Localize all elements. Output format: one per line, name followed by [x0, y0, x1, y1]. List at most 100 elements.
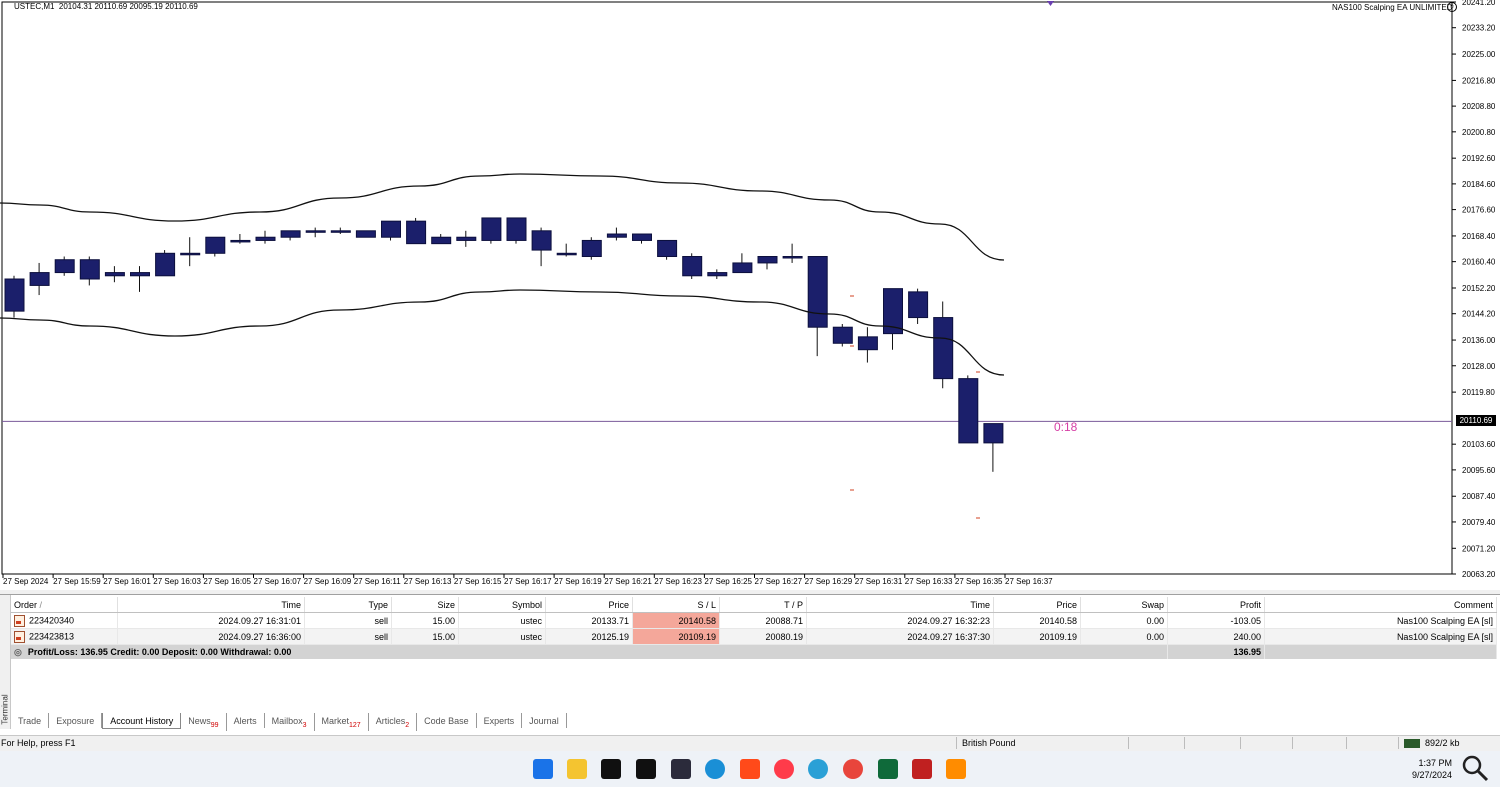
closed-order-icon — [14, 630, 25, 643]
tab-experts[interactable]: Experts — [477, 713, 523, 728]
price-tick-label: 20233.20 — [1462, 24, 1496, 33]
edge-browser-icon[interactable] — [705, 759, 725, 779]
summary-circle-icon: ◎ — [14, 646, 22, 657]
tab-alerts[interactable]: Alerts — [227, 713, 265, 728]
tab-account-history[interactable]: Account History — [102, 713, 182, 729]
candle-body — [104, 272, 125, 277]
chrome-icon[interactable] — [843, 759, 863, 779]
candle-body — [832, 326, 853, 344]
type-cell: sell — [304, 612, 392, 629]
price-chart[interactable]: 20241.20 20233.20 20225.00 20216.80 20208.80… — [0, 0, 1500, 590]
chart-area[interactable]: 20241.20 20233.20 20225.00 20216.80 20208.80… — [0, 0, 1500, 590]
price-tick-label: 20095.60 — [1462, 466, 1496, 475]
magnifier-icon[interactable] — [1460, 753, 1490, 783]
vlc-icon[interactable] — [946, 759, 966, 779]
column-close-price[interactable]: Price — [993, 597, 1081, 613]
tp-cell: 20080.19 — [719, 628, 807, 645]
tab-market[interactable]: Market127 — [315, 713, 369, 731]
candle-body — [807, 256, 828, 328]
column-symbol[interactable]: Symbol — [458, 597, 546, 613]
globe-app-icon[interactable] — [808, 759, 828, 779]
tab-code-base[interactable]: Code Base — [417, 713, 477, 728]
column-size[interactable]: Size — [391, 597, 459, 613]
candle-body — [657, 239, 678, 258]
expert-advisor-name: NAS100 Scalping EA UNLIMITED — [1332, 3, 1453, 12]
column-price[interactable]: Price — [545, 597, 633, 613]
column-swap[interactable]: Swap — [1080, 597, 1168, 613]
candle-body — [757, 256, 778, 264]
column-sl[interactable]: S / L — [632, 597, 720, 613]
price-tick-label: 20152.20 — [1462, 284, 1496, 293]
privacy-app-icon[interactable] — [671, 759, 691, 779]
time-tick-label: 27 Sep 16:21 — [604, 577, 652, 586]
metatrader-icon[interactable] — [601, 759, 621, 779]
tab-trade[interactable]: Trade — [11, 713, 50, 728]
column-time[interactable]: Time — [117, 597, 305, 613]
candle-body — [581, 239, 602, 258]
column-type[interactable]: Type — [304, 597, 392, 613]
table-row[interactable]: 223420340 2024.09.27 16:31:01 sell 15.00… — [11, 612, 1497, 629]
candle-body — [431, 236, 452, 245]
candle-body — [908, 291, 929, 319]
candle-body — [983, 423, 1004, 444]
candle-body — [280, 230, 301, 238]
candle-body — [732, 262, 753, 274]
column-comment[interactable]: Comment — [1264, 597, 1497, 613]
price-tick-label: 20119.80 — [1462, 388, 1495, 397]
order-cell: 223420340 — [11, 612, 118, 629]
size-cell: 15.00 — [391, 628, 459, 645]
price-tick-label: 20144.20 — [1462, 310, 1496, 319]
comment-cell: Nas100 Scalping EA [sl] — [1264, 612, 1497, 629]
column-order[interactable]: Order / — [11, 597, 118, 613]
order-cell: 223423813 — [11, 628, 118, 645]
table-row[interactable]: 223423813 2024.09.27 16:36:00 sell 15.00… — [11, 628, 1497, 645]
bar-countdown: 0:18 — [1054, 420, 1078, 434]
candle-body — [130, 272, 150, 277]
tab-exposure[interactable]: Exposure — [49, 713, 103, 728]
terminal-label: Terminal — [0, 694, 10, 725]
candle-body — [606, 233, 627, 238]
tab-news[interactable]: News99 — [181, 713, 227, 731]
time-tick-label: 27 Sep 16:19 — [554, 577, 602, 586]
close-price-cell: 20109.19 — [993, 628, 1081, 645]
price-cell: 20133.71 — [545, 612, 633, 629]
recorder-app-icon[interactable] — [912, 759, 932, 779]
summary-blank — [1264, 644, 1497, 659]
price-tick-label: 20160.40 — [1462, 258, 1496, 267]
column-profit[interactable]: Profit — [1167, 597, 1265, 613]
candle-body — [381, 220, 401, 238]
dash-app-icon[interactable] — [774, 759, 794, 779]
column-close-time[interactable]: Time — [806, 597, 994, 613]
time-tick-label: 27 Sep 16:03 — [153, 577, 201, 586]
column-tp[interactable]: T / P — [719, 597, 807, 613]
tab-journal[interactable]: Journal — [522, 713, 567, 728]
price-tick-label: 20241.20 — [1462, 0, 1496, 7]
file-explorer-icon[interactable] — [567, 759, 587, 779]
status-divider — [956, 737, 957, 749]
mailbox-badge: 3 — [302, 721, 307, 729]
candle-body — [506, 217, 527, 241]
price-tick-label: 20200.80 — [1462, 128, 1496, 137]
nt-app-icon[interactable] — [740, 759, 760, 779]
candle-body — [4, 278, 25, 312]
tab-mailbox[interactable]: Mailbox3 — [265, 713, 315, 731]
candle-body — [230, 239, 251, 243]
candle-body — [481, 217, 502, 241]
trading-app-icon[interactable] — [878, 759, 898, 779]
clock-date[interactable]: 9/27/2024 — [1404, 770, 1452, 780]
price-tick-label: 20176.60 — [1462, 206, 1496, 215]
windows-start-icon[interactable] — [533, 759, 553, 779]
time-tick-label: 27 Sep 16:35 — [955, 577, 1003, 586]
time-tick-label: 27 Sep 16:09 — [304, 577, 352, 586]
tp-cell: 20088.71 — [719, 612, 807, 629]
close-time-cell: 2024.09.27 16:32:23 — [806, 612, 994, 629]
candle-body — [456, 236, 477, 241]
metatrader-icon-2[interactable] — [636, 759, 656, 779]
time-tick-label: 27 Sep 16:37 — [1005, 577, 1053, 586]
candle-body — [707, 272, 728, 277]
clock-time[interactable]: 1:37 PM — [1418, 758, 1452, 768]
candle-body — [355, 230, 376, 238]
tab-articles[interactable]: Articles2 — [369, 713, 418, 731]
status-traffic: 892/2 kb — [1425, 738, 1460, 748]
plot-frame — [1, 1, 1453, 575]
